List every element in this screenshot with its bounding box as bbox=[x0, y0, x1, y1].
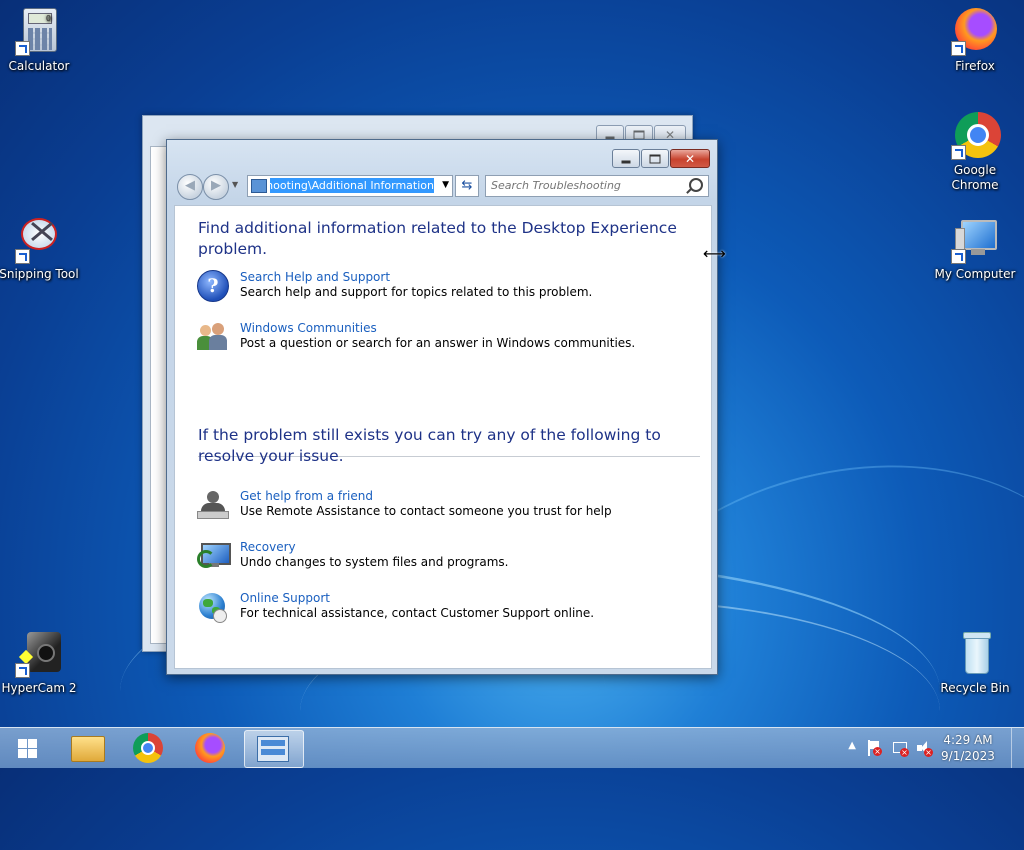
clock-time: 4:29 AM bbox=[943, 733, 993, 747]
get-help-friend-link[interactable]: Get help from a friend bbox=[240, 489, 373, 503]
heading-additional-info: Find additional information related to t… bbox=[198, 219, 677, 258]
desktop-icon-snipping-tool[interactable]: Snipping Tool bbox=[0, 216, 81, 282]
recovery-link[interactable]: Recovery bbox=[240, 540, 296, 554]
globe-icon bbox=[197, 591, 229, 623]
resize-cursor-icon: ⟷ bbox=[703, 244, 726, 263]
windows-logo-icon bbox=[18, 739, 38, 759]
address-bar[interactable]: Troubleshooting\Additional Information ▼ bbox=[247, 175, 453, 197]
search-help-link[interactable]: Search Help and Support bbox=[240, 270, 390, 284]
list-item-recovery[interactable]: Recovery Undo changes to system files an… bbox=[197, 540, 677, 574]
list-item-online-support[interactable]: Online Support For technical assistance,… bbox=[197, 591, 677, 625]
volume-muted-icon[interactable]: × bbox=[916, 740, 933, 757]
maximize-button[interactable] bbox=[641, 149, 669, 168]
navigation-bar: ◀ ▶ ▼ Troubleshooting\Additional Informa… bbox=[175, 173, 709, 200]
show-desktop-button[interactable] bbox=[1011, 728, 1024, 768]
desktop-icon-firefox[interactable]: Firefox bbox=[933, 8, 1017, 74]
back-button[interactable]: ◀ bbox=[177, 174, 203, 200]
remote-assistance-icon bbox=[197, 489, 229, 521]
desktop-icon-label: Recycle Bin bbox=[940, 681, 1010, 695]
communities-icon bbox=[197, 321, 229, 353]
close-button[interactable]: ✕ bbox=[670, 149, 710, 168]
taskbar-chrome[interactable] bbox=[120, 730, 178, 766]
online-support-desc: For technical assistance, contact Custom… bbox=[240, 606, 595, 620]
desktop-icon-label: Calculator bbox=[8, 59, 70, 73]
desktop-icon-label: Google Chrome bbox=[951, 163, 999, 192]
windows-communities-desc: Post a question or search for an answer … bbox=[240, 336, 636, 350]
search-box[interactable] bbox=[485, 175, 709, 197]
desktop-icon-my-computer[interactable]: My Computer bbox=[933, 216, 1017, 282]
desktop-icon-calculator[interactable]: 0 Calculator bbox=[0, 8, 81, 74]
get-help-friend-desc: Use Remote Assistance to contact someone… bbox=[240, 504, 612, 518]
online-support-link[interactable]: Online Support bbox=[240, 591, 330, 605]
control-panel-icon bbox=[257, 736, 289, 762]
computer-icon bbox=[951, 216, 999, 264]
taskbar-troubleshooting[interactable] bbox=[244, 730, 304, 768]
desktop-icon-label: Snipping Tool bbox=[0, 267, 79, 281]
help-icon: ? bbox=[197, 270, 229, 302]
folder-icon bbox=[71, 736, 105, 762]
recycle-bin-icon bbox=[951, 630, 999, 678]
list-item-get-help-from-friend[interactable]: Get help from a friend Use Remote Assist… bbox=[197, 489, 677, 523]
scissors-icon bbox=[15, 216, 63, 264]
recovery-desc: Undo changes to system files and program… bbox=[240, 555, 509, 569]
camera-icon bbox=[15, 630, 63, 678]
refresh-icon: ⇆ bbox=[461, 178, 473, 193]
system-clock[interactable]: 4:29 AM 9/1/2023 bbox=[938, 732, 998, 764]
troubleshooting-window[interactable]: ✕ ◀ ▶ ▼ Troubleshooting\Additional Infor… bbox=[166, 139, 718, 675]
desktop-icon-label: My Computer bbox=[934, 267, 1016, 281]
desktop-icon-label: HyperCam 2 bbox=[1, 681, 77, 695]
clock-date: 9/1/2023 bbox=[941, 749, 995, 763]
show-hidden-icons-button[interactable]: ▲ bbox=[848, 740, 856, 751]
address-text[interactable]: Troubleshooting\Additional Information bbox=[270, 179, 434, 192]
recovery-icon bbox=[197, 540, 231, 572]
action-center-flag-icon[interactable]: × bbox=[866, 740, 882, 756]
forward-arrow-icon: ▶ bbox=[211, 178, 221, 193]
firefox-icon bbox=[195, 733, 225, 763]
heading-resolve-issue: If the problem still exists you can try … bbox=[198, 426, 661, 465]
content-pane: Find additional information related to t… bbox=[174, 205, 712, 669]
desktop-icon-chrome[interactable]: Google Chrome bbox=[933, 112, 1017, 193]
chrome-icon bbox=[133, 733, 163, 763]
desktop-icon-hypercam[interactable]: HyperCam 2 bbox=[0, 630, 81, 696]
refresh-button[interactable]: ⇆ bbox=[455, 175, 479, 197]
desktop-icon-label: Firefox bbox=[955, 59, 995, 73]
search-input[interactable] bbox=[486, 176, 681, 194]
search-icon[interactable] bbox=[689, 178, 703, 192]
firefox-icon bbox=[951, 8, 999, 56]
minimize-button[interactable] bbox=[612, 149, 640, 168]
recent-pages-dropdown[interactable]: ▼ bbox=[232, 180, 238, 189]
back-arrow-icon: ◀ bbox=[185, 178, 195, 193]
address-dropdown-icon[interactable]: ▼ bbox=[442, 180, 449, 190]
calculator-icon: 0 bbox=[15, 8, 63, 56]
list-item-windows-communities[interactable]: Windows Communities Post a question or s… bbox=[197, 321, 677, 355]
taskbar: ▲ × × × 4:29 AM 9/1/2023 bbox=[0, 727, 1024, 768]
start-button[interactable] bbox=[2, 730, 52, 766]
windows-communities-link[interactable]: Windows Communities bbox=[240, 321, 377, 335]
search-help-desc: Search help and support for topics relat… bbox=[240, 285, 593, 299]
chrome-icon bbox=[951, 112, 1001, 160]
control-panel-icon bbox=[251, 179, 267, 193]
network-icon[interactable]: × bbox=[892, 740, 909, 757]
list-item-search-help[interactable]: ? Search Help and Support Search help an… bbox=[197, 270, 677, 304]
desktop-icon-recycle-bin[interactable]: Recycle Bin bbox=[933, 630, 1017, 696]
taskbar-firefox[interactable] bbox=[182, 730, 240, 766]
taskbar-explorer[interactable] bbox=[58, 730, 116, 766]
forward-button[interactable]: ▶ bbox=[203, 174, 229, 200]
